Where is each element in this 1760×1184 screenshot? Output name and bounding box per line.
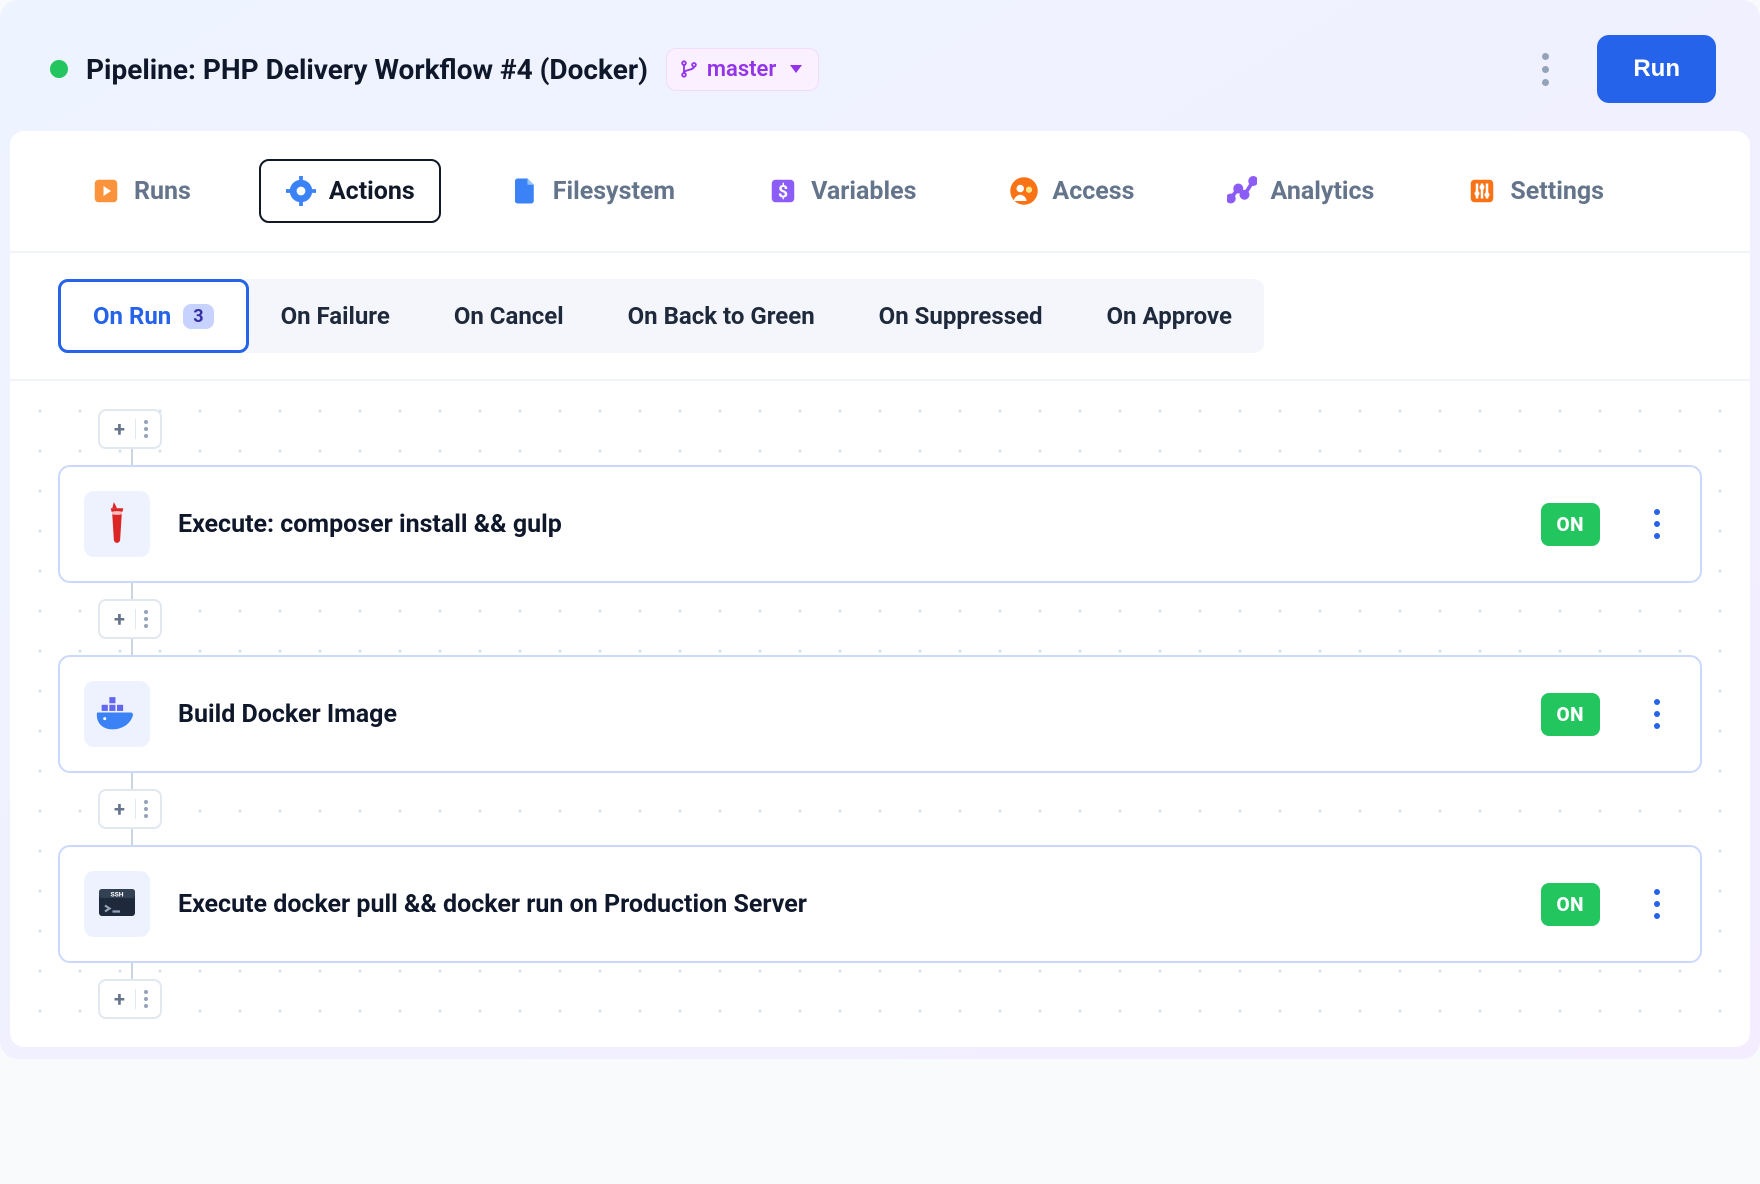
tabs-row: Runs Actions Filesystem $ Variables <box>10 131 1750 251</box>
more-menu-button[interactable] <box>1525 49 1565 89</box>
subtab-label: On Back to Green <box>628 302 815 330</box>
action-card[interactable]: SSH Execute docker pull && docker run on… <box>58 845 1702 963</box>
subtab-label: On Run <box>93 302 171 330</box>
panel: Runs Actions Filesystem $ Variables <box>10 131 1750 1047</box>
connector <box>131 829 133 845</box>
branch-label: master <box>707 57 776 82</box>
status-badge[interactable]: ON <box>1541 883 1601 926</box>
tab-label: Variables <box>811 177 916 206</box>
pipeline-column: + Execute: composer install && gulp ON <box>58 409 1702 1019</box>
subtabs-wrap: On Run 3 On Failure On Cancel On Back to… <box>10 251 1750 381</box>
actions-area: + Execute: composer install && gulp ON <box>10 381 1750 1047</box>
plus-icon: + <box>108 987 131 1011</box>
access-icon <box>1008 175 1040 207</box>
connector <box>131 963 133 979</box>
action-title: Execute docker pull && docker run on Pro… <box>178 890 1513 919</box>
subtab-label: On Failure <box>281 302 390 330</box>
header: Pipeline: PHP Delivery Workflow #4 (Dock… <box>10 10 1750 131</box>
action-menu-button[interactable] <box>1648 883 1666 925</box>
gulp-icon <box>84 491 150 557</box>
tab-label: Actions <box>329 177 415 206</box>
pipeline-title: Pipeline: PHP Delivery Workflow #4 (Dock… <box>86 53 648 86</box>
analytics-icon <box>1226 175 1258 207</box>
subtab-count: 3 <box>183 304 213 329</box>
action-title: Build Docker Image <box>178 700 1513 729</box>
subtabs-row: On Run 3 On Failure On Cancel On Back to… <box>58 279 1264 353</box>
connector <box>131 639 133 655</box>
subtab-on-suppressed[interactable]: On Suppressed <box>847 282 1075 350</box>
svg-text:SSH: SSH <box>110 891 123 899</box>
app-frame: Pipeline: PHP Delivery Workflow #4 (Dock… <box>0 0 1760 1059</box>
connector <box>131 583 133 599</box>
tab-label: Filesystem <box>553 177 675 206</box>
subtab-on-cancel[interactable]: On Cancel <box>422 282 596 350</box>
tab-runs[interactable]: Runs <box>66 161 215 221</box>
branch-selector[interactable]: master <box>666 48 819 91</box>
subtab-label: On Approve <box>1107 302 1232 330</box>
tab-actions[interactable]: Actions <box>259 159 441 223</box>
actions-icon <box>285 175 317 207</box>
status-badge[interactable]: ON <box>1541 503 1601 546</box>
add-action-button[interactable]: + <box>98 409 162 449</box>
tab-access[interactable]: Access <box>984 161 1158 221</box>
tab-label: Analytics <box>1270 177 1374 206</box>
subtab-on-back-to-green[interactable]: On Back to Green <box>596 282 847 350</box>
tab-filesystem[interactable]: Filesystem <box>485 161 699 221</box>
subtab-label: On Cancel <box>454 302 564 330</box>
filesystem-icon <box>509 175 541 207</box>
add-action-button[interactable]: + <box>98 599 162 639</box>
tab-label: Settings <box>1510 177 1604 206</box>
more-icon <box>140 420 152 438</box>
subtab-on-approve[interactable]: On Approve <box>1075 282 1264 350</box>
subtab-on-run[interactable]: On Run 3 <box>58 279 249 353</box>
runs-icon <box>90 175 122 207</box>
branch-icon <box>679 59 699 79</box>
plus-icon: + <box>108 607 131 631</box>
action-menu-button[interactable] <box>1648 503 1666 545</box>
run-button[interactable]: Run <box>1597 35 1716 103</box>
action-card[interactable]: Execute: composer install && gulp ON <box>58 465 1702 583</box>
settings-icon <box>1466 175 1498 207</box>
more-icon <box>140 800 152 818</box>
svg-text:$: $ <box>778 181 788 202</box>
plus-icon: + <box>108 417 131 441</box>
more-icon <box>140 990 152 1008</box>
status-dot <box>50 60 68 78</box>
status-badge[interactable]: ON <box>1541 693 1601 736</box>
tab-settings[interactable]: Settings <box>1442 161 1628 221</box>
tab-variables[interactable]: $ Variables <box>743 161 940 221</box>
tab-label: Access <box>1052 177 1134 206</box>
action-card[interactable]: Build Docker Image ON <box>58 655 1702 773</box>
variables-icon: $ <box>767 175 799 207</box>
subtab-label: On Suppressed <box>879 302 1043 330</box>
add-action-button[interactable]: + <box>98 789 162 829</box>
chevron-down-icon <box>790 65 802 73</box>
tab-analytics[interactable]: Analytics <box>1202 161 1398 221</box>
add-action-button[interactable]: + <box>98 979 162 1019</box>
subtab-on-failure[interactable]: On Failure <box>249 282 422 350</box>
connector <box>131 449 133 465</box>
tab-label: Runs <box>134 177 191 206</box>
ssh-icon: SSH <box>84 871 150 937</box>
more-icon <box>140 610 152 628</box>
action-title: Execute: composer install && gulp <box>178 510 1513 539</box>
connector <box>131 773 133 789</box>
action-menu-button[interactable] <box>1648 693 1666 735</box>
plus-icon: + <box>108 797 131 821</box>
docker-icon <box>84 681 150 747</box>
